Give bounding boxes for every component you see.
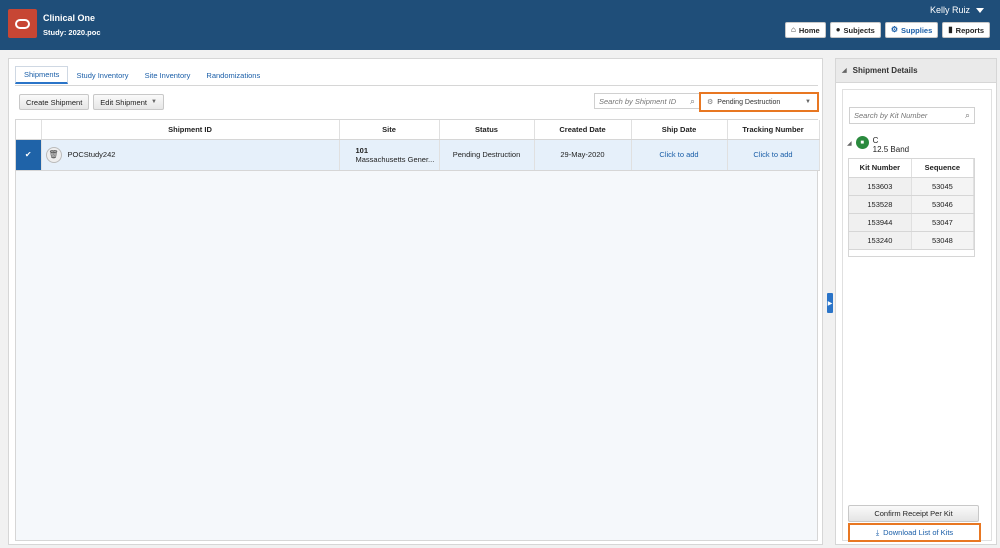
status-filter-select[interactable]: ⚙ Pending Destruction ▼: [699, 92, 819, 112]
app-header: Clinical One Study: 2020.poc Kelly Ruiz …: [0, 0, 1000, 50]
col-sequence[interactable]: Sequence: [911, 159, 975, 178]
nav-supplies-label: Supplies: [900, 25, 933, 35]
kit-group[interactable]: ◢ ■ C 12.5 Band: [847, 136, 909, 154]
download-kits-button[interactable]: ⤓ Download List of Kits: [848, 523, 981, 542]
kit-number: 153944: [849, 213, 912, 232]
kit-list-container: ⌕ ◢ ■ C 12.5 Band Kit Number Sequence 15…: [842, 89, 992, 542]
table-row[interactable]: 153944 53047: [849, 213, 975, 232]
search-icon[interactable]: ⌕: [965, 110, 970, 121]
col-ship-date[interactable]: Ship Date: [631, 120, 728, 140]
kit-search-input[interactable]: [854, 111, 965, 120]
download-kits-label: Download List of Kits: [883, 528, 954, 537]
kit-group-name: C: [872, 136, 879, 145]
kit-sequence: 53047: [911, 213, 975, 232]
collapse-panel-handle[interactable]: ▶: [827, 293, 833, 313]
kit-table-footer: [849, 250, 974, 256]
trash-icon: 🗑: [45, 146, 62, 163]
kit-table-header: Kit Number Sequence: [849, 159, 975, 178]
shipment-search-input[interactable]: [599, 96, 690, 106]
kit-group-detail: 12.5 Band: [872, 145, 910, 154]
status-cell: Pending Destruction: [439, 139, 535, 171]
site-number: 101: [355, 145, 369, 155]
ship-date-cell: Click to add: [631, 139, 728, 171]
tab-divider: [15, 85, 818, 86]
col-created-date[interactable]: Created Date: [534, 120, 632, 140]
table-header-row: Shipment ID Site Status Created Date Shi…: [16, 120, 820, 140]
col-tracking-number[interactable]: Tracking Number: [727, 120, 820, 140]
edit-shipment-label: Edit Shipment: [100, 97, 147, 107]
table-row[interactable]: 153240 53048: [849, 231, 975, 250]
nav-reports-button[interactable]: ▮ Reports: [942, 22, 990, 38]
shipment-search[interactable]: ⌕: [594, 93, 700, 109]
col-kit-number[interactable]: Kit Number: [849, 159, 912, 178]
kit-search[interactable]: ⌕: [849, 107, 975, 124]
site-cell: 101 Massachusetts Gener...: [339, 139, 440, 171]
shipment-details-panel: ◢ Shipment Details ⌕ ◢ ■ C 12.5 Band Kit…: [835, 58, 997, 545]
select-column-header: [16, 120, 42, 140]
chevron-down-icon[interactable]: ▼: [805, 99, 811, 105]
tab-site-inventory[interactable]: Site Inventory: [137, 66, 199, 84]
created-date-cell: 29-May-2020: [534, 139, 632, 171]
main-panel: Shipments Study Inventory Site Inventory…: [8, 58, 823, 545]
chevron-down-icon[interactable]: [976, 7, 984, 13]
kit-type-icon: ■: [855, 136, 869, 149]
filter-status-icon: ⚙: [707, 99, 714, 106]
table-row[interactable]: 153603 53045: [849, 177, 975, 196]
study-title: Study: 2020.poc: [43, 28, 101, 37]
oracle-logo-icon[interactable]: [8, 9, 37, 38]
main-nav: ⌂ Home ● Subjects ⚙ Supplies ▮ Reports: [785, 22, 990, 38]
toolbar: Create Shipment Edit Shipment ▼: [19, 94, 164, 110]
kit-number: 153240: [849, 231, 912, 250]
bar-chart-icon: ▮: [948, 25, 953, 34]
shipment-id-cell[interactable]: 🗑 POCStudy242: [41, 139, 340, 171]
search-icon[interactable]: ⌕: [690, 96, 695, 107]
person-icon: ●: [835, 25, 841, 34]
site-name: Massachusetts Gener...: [355, 154, 435, 164]
status-filter-value: Pending Destruction: [717, 98, 781, 106]
nav-home-button[interactable]: ⌂ Home: [785, 22, 826, 38]
shipment-id: POCStudy242: [67, 150, 116, 159]
shipments-table: Shipment ID Site Status Created Date Shi…: [15, 119, 820, 541]
chevron-down-icon: ▼: [150, 99, 157, 105]
tracking-cell: Click to add: [727, 139, 820, 171]
tab-bar: Shipments Study Inventory Site Inventory…: [15, 66, 268, 84]
kit-sequence: 53048: [911, 231, 975, 250]
tracking-add-link[interactable]: Click to add: [753, 150, 792, 159]
download-icon: ⤓: [875, 527, 880, 537]
app-title: Clinical One: [43, 13, 96, 23]
kit-sequence: 53046: [911, 195, 975, 214]
row-select-checkbox[interactable]: ✔: [16, 139, 42, 171]
kit-number: 153603: [849, 177, 912, 196]
home-icon: ⌂: [791, 25, 796, 34]
shipment-details-header[interactable]: ◢ Shipment Details: [836, 59, 996, 83]
kit-number: 153528: [849, 195, 912, 214]
supplies-icon: ⚙: [890, 25, 898, 34]
nav-subjects-button[interactable]: ● Subjects: [829, 22, 881, 38]
table-row[interactable]: ✔ 🗑 POCStudy242 101 Massachusetts Gener.…: [16, 139, 820, 171]
kit-group-text: C 12.5 Band: [873, 136, 909, 154]
kit-sequence: 53045: [911, 177, 975, 196]
table-row[interactable]: 153528 53046: [849, 195, 975, 214]
col-shipment-id[interactable]: Shipment ID: [41, 120, 340, 140]
tab-study-inventory[interactable]: Study Inventory: [68, 66, 136, 84]
edit-shipment-button[interactable]: Edit Shipment ▼: [93, 94, 164, 110]
user-name[interactable]: Kelly Ruiz: [930, 5, 970, 15]
collapse-triangle-icon[interactable]: ◢: [842, 67, 847, 74]
kit-table: Kit Number Sequence 153603 53045 153528 53…: [848, 158, 975, 257]
shipment-details-title: Shipment Details: [852, 66, 918, 75]
user-menu[interactable]: Kelly Ruiz: [930, 5, 984, 15]
create-shipment-button[interactable]: Create Shipment: [19, 94, 90, 110]
nav-subjects-label: Subjects: [843, 25, 875, 35]
nav-supplies-button[interactable]: ⚙ Supplies: [884, 22, 939, 38]
tab-shipments[interactable]: Shipments: [15, 66, 69, 84]
ship-date-add-link[interactable]: Click to add: [659, 150, 698, 159]
col-site[interactable]: Site: [339, 120, 440, 140]
tab-randomizations[interactable]: Randomizations: [198, 66, 268, 84]
col-status[interactable]: Status: [439, 120, 535, 140]
expand-triangle-icon[interactable]: ◢: [847, 140, 852, 147]
nav-reports-label: Reports: [955, 25, 984, 35]
confirm-receipt-button[interactable]: Confirm Receipt Per Kit: [848, 505, 979, 522]
nav-home-label: Home: [798, 25, 820, 35]
